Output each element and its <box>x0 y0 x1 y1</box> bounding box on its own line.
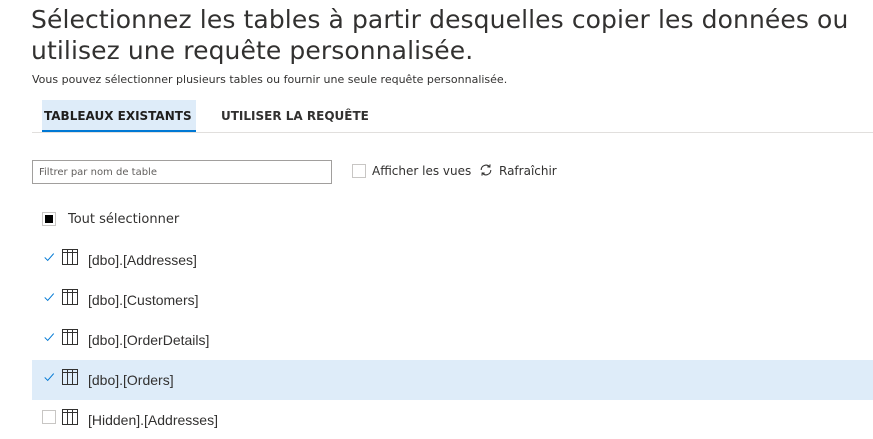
refresh-label: Rafraîchir <box>499 164 557 178</box>
show-views-label: Afficher les vues <box>372 164 472 178</box>
table-name: [Hidden].[Addresses] <box>88 412 218 428</box>
table-name: [dbo].[Addresses] <box>88 252 197 268</box>
table-name: [dbo].[Orders] <box>88 372 174 388</box>
checkmark-icon <box>44 333 55 342</box>
row-checkbox[interactable] <box>42 290 56 304</box>
row-checkbox[interactable] <box>42 370 56 384</box>
row-checkbox[interactable] <box>42 330 56 344</box>
page-subtitle: Vous pouvez sélectionner plusieurs table… <box>32 73 508 86</box>
refresh-icon <box>479 162 493 181</box>
row-checkbox[interactable] <box>42 410 56 424</box>
table-icon <box>62 329 78 345</box>
table-icon <box>62 249 78 265</box>
tab-bar: TABLEAUX EXISTANTS UTILISER LA REQUÊTE <box>32 100 873 133</box>
table-name: [dbo].[Customers] <box>88 292 199 308</box>
table-icon <box>62 289 78 305</box>
table-icon <box>62 409 78 425</box>
table-name: [dbo].[OrderDetails] <box>88 332 210 348</box>
table-filter-input[interactable] <box>32 160 332 184</box>
refresh-button[interactable]: Rafraîchir <box>479 162 557 180</box>
select-all-label: Tout sélectionner <box>68 211 180 227</box>
table-row[interactable]: [Hidden].[Addresses] <box>32 400 873 439</box>
tab-existing-tables[interactable]: TABLEAUX EXISTANTS <box>42 100 196 132</box>
copy-data-source-page: Sélectionnez les tables à partir desquel… <box>0 0 873 439</box>
page-title: Sélectionnez les tables à partir desquel… <box>31 5 849 65</box>
table-row[interactable]: [dbo].[OrderDetails] <box>32 320 873 360</box>
row-checkbox[interactable] <box>42 250 56 264</box>
table-row[interactable]: [dbo].[Orders] <box>32 360 873 400</box>
table-row[interactable]: [dbo].[Customers] <box>32 280 873 320</box>
checkmark-icon <box>44 373 55 382</box>
table-list: [dbo].[Addresses] [dbo].[Customers] [dbo… <box>32 240 873 439</box>
show-views-checkbox[interactable]: Afficher les vues <box>352 162 471 180</box>
table-row[interactable]: [dbo].[Addresses] <box>32 240 873 280</box>
checkmark-icon <box>44 293 55 302</box>
table-icon <box>62 369 78 385</box>
checkmark-icon <box>44 253 55 262</box>
show-views-checkbox-box[interactable] <box>352 164 366 178</box>
select-all-checkbox[interactable]: Tout sélectionner <box>42 209 179 229</box>
select-all-indeterminate-box[interactable] <box>42 212 56 226</box>
tab-use-query[interactable]: UTILISER LA REQUÊTE <box>221 100 369 132</box>
